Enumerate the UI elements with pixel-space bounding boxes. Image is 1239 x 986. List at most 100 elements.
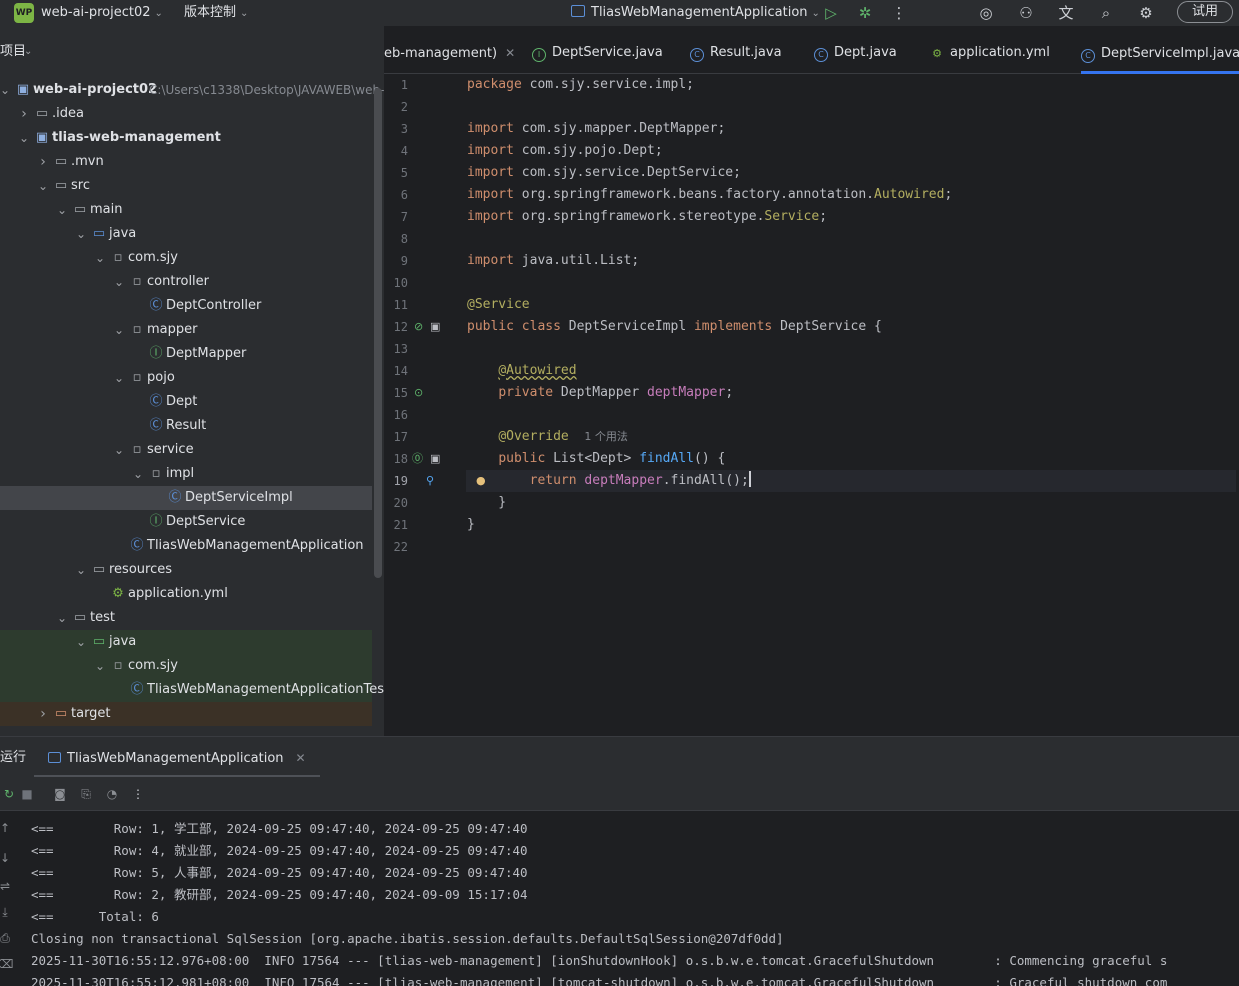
more-icon[interactable]: ⋮ xyxy=(888,3,910,23)
tree-item[interactable]: ⌄ ▭ test xyxy=(0,606,372,630)
editor-tab[interactable]: C Result.java xyxy=(690,26,794,74)
tree-item[interactable]: Ⓒ DeptController xyxy=(0,294,372,318)
implements-icon[interactable]: ▣ xyxy=(430,316,440,338)
trial-button[interactable]: 试用 xyxy=(1177,1,1233,23)
editor-tab[interactable]: eb-management) ✕ xyxy=(384,26,527,74)
close-icon[interactable]: ✕ xyxy=(296,751,306,765)
tree-item[interactable]: › ▭ .idea xyxy=(0,102,372,126)
profiler-icon[interactable]: ◔ xyxy=(103,785,121,803)
tree-item[interactable]: Ⓒ Result xyxy=(0,414,372,438)
tree-item[interactable]: ⚙ application.yml xyxy=(0,582,372,606)
translate-icon[interactable]: 文 xyxy=(1055,3,1077,23)
interface-icon: Ⓘ xyxy=(149,346,163,361)
chevron-down-icon[interactable]: ⌄ xyxy=(75,222,87,246)
chevron-right-icon[interactable]: › xyxy=(37,150,49,174)
tree-item[interactable]: › ▭ target xyxy=(0,702,372,726)
arrow-down-icon[interactable]: ↓ xyxy=(0,849,14,867)
project-switcher[interactable]: web-ai-project02 ⌄ xyxy=(41,0,163,26)
project-panel-header[interactable]: 项目 ⌄ xyxy=(0,40,372,64)
chevron-down-icon[interactable]: ⌄ xyxy=(113,366,125,390)
class-icon: C xyxy=(690,48,704,62)
arrow-up-icon[interactable]: ↑ xyxy=(0,819,14,837)
tree-item[interactable]: ⌄ ▫ com.sjy xyxy=(0,654,372,678)
search-icon[interactable]: ⌕ xyxy=(1095,3,1117,23)
project-scrollbar[interactable] xyxy=(374,88,382,578)
chevron-down-icon[interactable]: ⌄ xyxy=(94,246,106,270)
chevron-down-icon[interactable]: ⌄ xyxy=(37,174,49,198)
console-line: <== Row: 5, 人事部, 2024-09-25 09:47:40, 20… xyxy=(31,865,528,880)
editor-tab[interactable]: ⚙ application.yml xyxy=(930,26,1062,74)
stop-icon[interactable]: ■ xyxy=(18,785,36,803)
more-icon[interactable]: ⋮ xyxy=(129,785,147,803)
tree-item[interactable]: ⌄ ▭ resources xyxy=(0,558,372,582)
tree-item[interactable]: Ⓘ DeptMapper xyxy=(0,342,372,366)
wrap-icon[interactable]: ⇌ xyxy=(0,877,14,895)
tree-item[interactable]: ⌄ ▫ impl xyxy=(0,462,372,486)
chevron-down-icon[interactable]: ⌄ xyxy=(94,654,106,678)
chevron-down-icon[interactable]: ⌄ xyxy=(18,126,30,150)
tree-item[interactable]: Ⓒ Dept xyxy=(0,390,372,414)
tree-item[interactable]: Ⓒ DeptServiceImpl xyxy=(0,486,372,510)
editor-tab[interactable]: I DeptService.java xyxy=(532,26,675,74)
chevron-down-icon[interactable]: ⌄ xyxy=(132,462,144,486)
console-line: <== Row: 4, 就业部, 2024-09-25 09:47:40, 20… xyxy=(31,843,528,858)
settings-icon[interactable]: ⚙ xyxy=(1135,3,1157,23)
run-toolbar: ↻ ■ ◙ ⎘ ◔ ⋮ xyxy=(0,777,1239,811)
folder-icon: ▭ xyxy=(35,106,49,121)
implements-icon[interactable]: ▣ xyxy=(430,448,440,470)
tree-item[interactable]: ⌄ ▣ web-ai-project02 C:\Users\c1338\Desktop… xyxy=(0,78,384,102)
chevron-down-icon[interactable]: ⌄ xyxy=(0,78,11,102)
chevron-down-icon[interactable]: ⌄ xyxy=(56,606,68,630)
override-icon[interactable]: ⓪ xyxy=(412,448,423,470)
chevron-down-icon[interactable]: ⌄ xyxy=(75,630,87,654)
editor-tab[interactable]: C Dept.java xyxy=(814,26,909,74)
tree-item[interactable]: Ⓘ DeptService xyxy=(0,510,372,534)
chevron-down-icon[interactable]: ⌄ xyxy=(75,558,87,582)
rerun-icon[interactable]: ↻ xyxy=(0,785,18,803)
tree-item[interactable]: ⌄ ▣ tlias-web-management xyxy=(0,126,372,150)
project-logo[interactable]: WP xyxy=(14,3,34,23)
line-number: 6 xyxy=(400,188,408,202)
tree-item[interactable]: ⌄ ▫ com.sjy xyxy=(0,246,372,270)
autowired-icon[interactable]: ⊙ xyxy=(414,382,423,404)
run-tab[interactable]: TliasWebManagementApplication ✕ xyxy=(34,737,320,777)
usage-hint[interactable]: 1 个用法 xyxy=(584,430,628,443)
camera-icon[interactable]: ◙ xyxy=(51,785,69,803)
run-icon[interactable]: ▷ xyxy=(820,3,842,23)
restore-icon[interactable]: ⎘ xyxy=(77,785,95,803)
editor-tab[interactable]: CDeptServiceImpl.java✕ xyxy=(1081,26,1239,74)
tree-item[interactable]: › ▭ .mvn xyxy=(0,150,372,174)
package-icon: ▫ xyxy=(132,274,142,289)
tree-item[interactable]: ⌄ ▭ java xyxy=(0,630,372,654)
tree-item[interactable]: ⌄ ▭ java xyxy=(0,222,372,246)
vcs-menu[interactable]: 版本控制 ⌄ xyxy=(184,0,248,26)
chevron-down-icon[interactable]: ⌄ xyxy=(113,270,125,294)
tree-item[interactable]: Ⓒ TliasWebManagementApplicationTests xyxy=(0,678,384,702)
bean-icon[interactable]: ⊘ xyxy=(414,316,423,338)
ai-assistant-icon[interactable]: ◎ xyxy=(975,3,997,23)
tree-item[interactable]: ⌄ ▫ pojo xyxy=(0,366,372,390)
chevron-down-icon[interactable]: ⌄ xyxy=(113,438,125,462)
tree-item[interactable]: Ⓒ TliasWebManagementApplication xyxy=(0,534,372,558)
tree-item[interactable]: ⌄ ▫ mapper xyxy=(0,318,372,342)
trash-icon[interactable]: ⌫ xyxy=(0,955,14,973)
chevron-down-icon[interactable]: ⌄ xyxy=(56,198,68,222)
chevron-right-icon[interactable]: › xyxy=(37,702,49,726)
chevron-down-icon[interactable]: ⌄ xyxy=(113,318,125,342)
print-icon[interactable]: ⎙ xyxy=(0,929,14,947)
class-icon: C xyxy=(1081,49,1095,63)
run-config-selector[interactable]: TliasWebManagementApplication ⌄ xyxy=(571,0,820,26)
scroll-end-icon[interactable]: ⤓ xyxy=(0,903,14,921)
close-icon[interactable]: ✕ xyxy=(505,46,515,60)
chevron-right-icon[interactable]: › xyxy=(18,102,30,126)
tree-item[interactable]: ⌄ ▭ main xyxy=(0,198,372,222)
mapper-nav-icon[interactable]: ⚲ xyxy=(426,470,434,492)
tree-item[interactable]: ⌄ ▫ controller xyxy=(0,270,372,294)
tree-item[interactable]: ⌄ ▭ src xyxy=(0,174,372,198)
debug-icon[interactable]: ✲ xyxy=(854,3,876,23)
console-output[interactable]: ↑ ↓ ⇌ ⤓ ⎙ ⌫ <== Row: 1, 学工部, 2024-09-25 … xyxy=(0,811,1239,986)
editor-tabs: eb-management) ✕ I DeptService.java C Result.… xyxy=(384,26,1239,74)
add-user-icon[interactable]: ⚇ xyxy=(1015,3,1037,23)
package-icon: ▫ xyxy=(113,658,123,673)
tree-item[interactable]: ⌄ ▫ service xyxy=(0,438,372,462)
